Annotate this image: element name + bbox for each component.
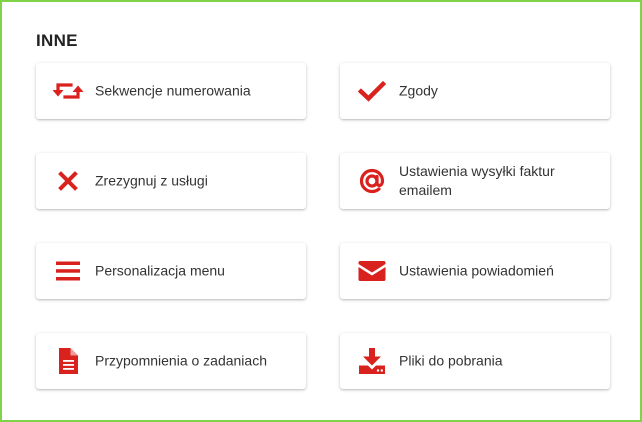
tile-label: Zrezygnuj z usługi <box>95 172 208 189</box>
tile-zgody[interactable]: Zgody <box>340 63 610 119</box>
tile-label: Przypomnienia o zadaniach <box>95 352 267 369</box>
at-icon <box>356 167 388 195</box>
document-icon <box>52 347 84 375</box>
tile-label: Sekwencje numerowania <box>95 82 251 99</box>
tile-personalizacja-menu[interactable]: Personalizacja menu <box>36 243 306 299</box>
download-icon <box>356 347 388 375</box>
tile-sekwencje-numerowania[interactable]: Sekwencje numerowania <box>36 63 306 119</box>
close-icon <box>52 167 84 195</box>
check-icon <box>356 77 388 105</box>
tile-pliki-do-pobrania[interactable]: Pliki do pobrania <box>340 333 610 389</box>
tile-label: Ustawienia wysyłki faktur emailem <box>399 163 555 198</box>
menu-icon <box>52 257 84 285</box>
tile-label: Zgody <box>399 82 438 99</box>
tile-label: Ustawienia powiadomień <box>399 262 554 279</box>
tile-label: Pliki do pobrania <box>399 352 503 369</box>
tile-ustawienia-wysylki-faktur[interactable]: Ustawienia wysyłki faktur emailem <box>340 153 610 209</box>
retweet-icon <box>52 77 84 105</box>
tile-przypomnienia-o-zadaniach[interactable]: Przypomnienia o zadaniach <box>36 333 306 389</box>
settings-panel: INNE Sekwencje numerowania Zgody Zrezygn… <box>0 0 642 422</box>
section-title: INNE <box>36 31 78 50</box>
tile-ustawienia-powiadomien[interactable]: Ustawienia powiadomień <box>340 243 610 299</box>
tile-label: Personalizacja menu <box>95 262 225 279</box>
envelope-icon <box>356 257 388 285</box>
tile-zrezygnuj-z-uslugi[interactable]: Zrezygnuj z usługi <box>36 153 306 209</box>
